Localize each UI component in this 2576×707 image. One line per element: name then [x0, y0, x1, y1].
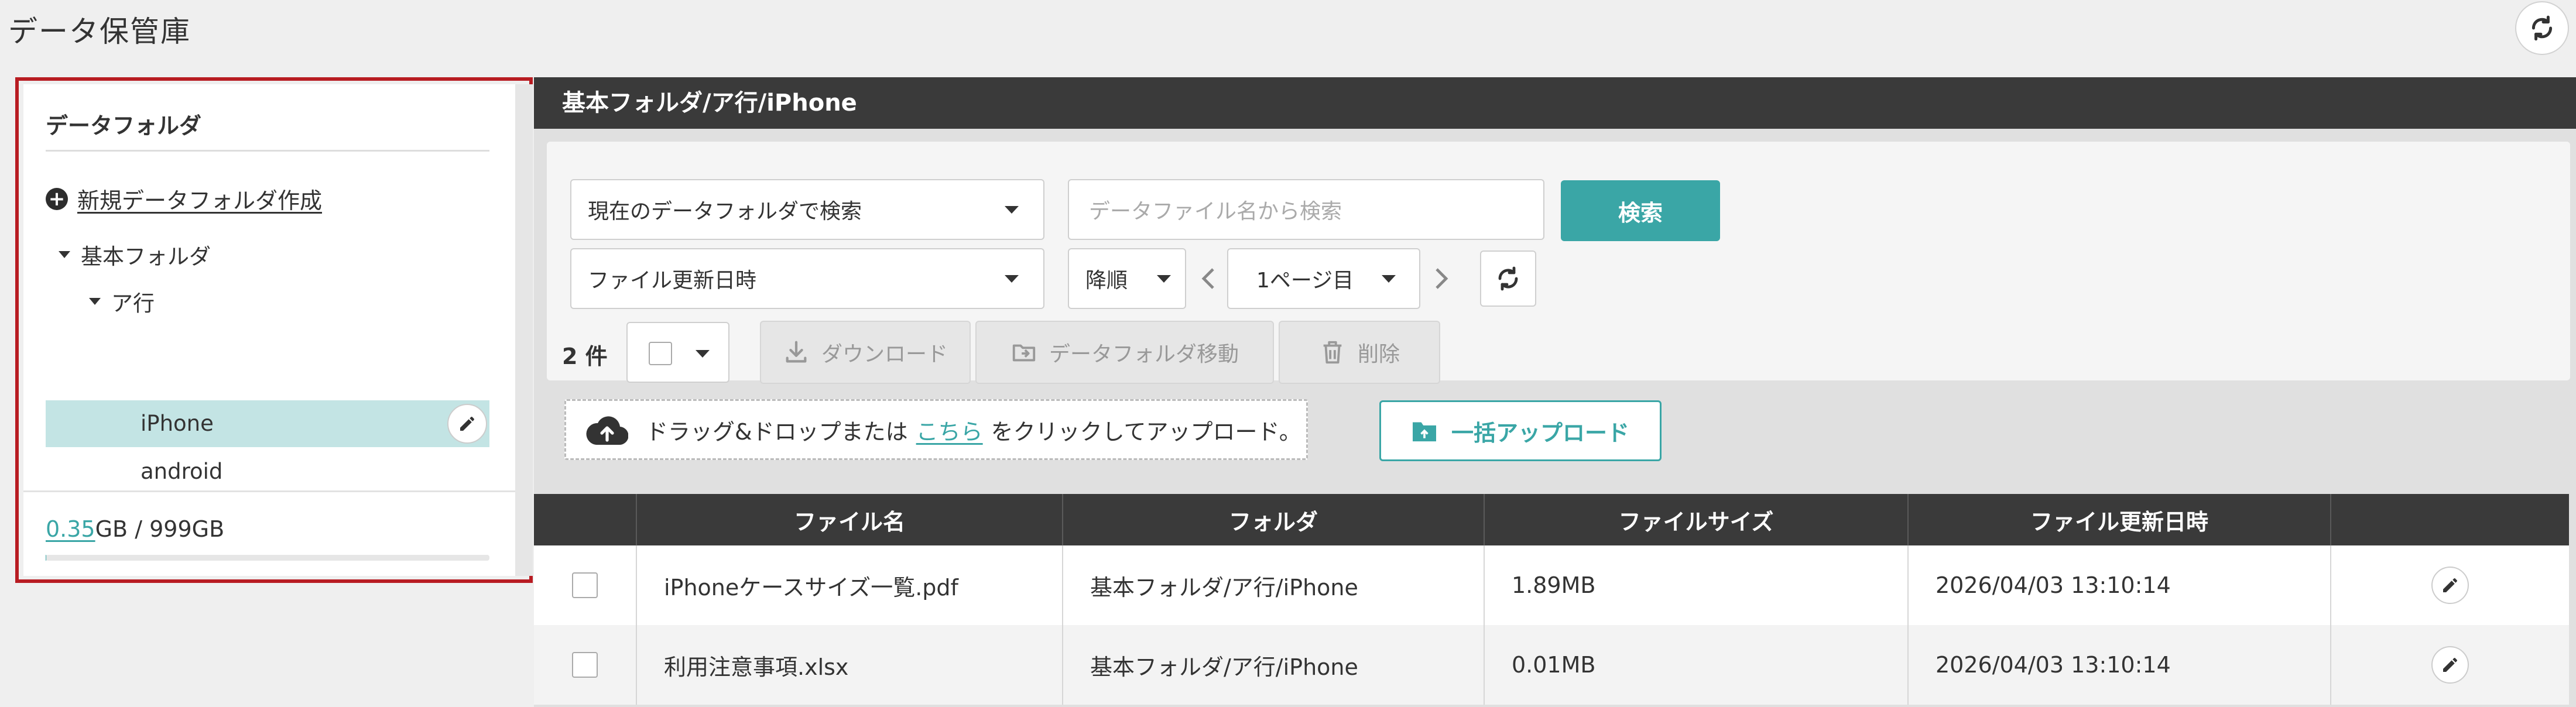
- main-area: 基本フォルダ/ア行/iPhone 現在のデータフォルダで検索 データファイル名か…: [534, 77, 2576, 707]
- pencil-icon: [460, 417, 474, 431]
- storage-total: GB / 999GB: [95, 516, 225, 542]
- folder-cell: 基本フォルダ/ア行/iPhone: [1063, 625, 1485, 705]
- refresh-icon: [2532, 15, 2553, 41]
- edit-file-button[interactable]: [2431, 567, 2469, 604]
- delete-label: 削除: [1357, 342, 1400, 366]
- filename-cell[interactable]: 利用注意事項.xlsx: [637, 625, 1063, 705]
- row-select-cell[interactable]: [534, 625, 637, 705]
- tree-item-label: ア行: [111, 291, 155, 316]
- tree-item-basic-folder[interactable]: 基本フォルダ: [59, 239, 211, 270]
- chevron-left-icon: [1201, 268, 1214, 289]
- move-folder-label: データフォルダ移動: [1049, 342, 1239, 366]
- prev-page-button[interactable]: [1197, 261, 1220, 296]
- table-row[interactable]: 利用注意事項.xlsx 基本フォルダ/ア行/iPhone 0.01MB 2026…: [534, 625, 2569, 705]
- reload-list-button[interactable]: [1480, 250, 1536, 307]
- folder-move-icon: [1012, 344, 1036, 362]
- divider: [46, 150, 489, 152]
- bulk-upload-label: 一括アップロード: [1451, 420, 1629, 446]
- row-checkbox[interactable]: [572, 652, 598, 678]
- refresh-icon: [1498, 266, 1518, 291]
- sort-order-value: 降順: [1085, 269, 1128, 293]
- caret-down-icon[interactable]: [696, 350, 710, 358]
- select-all-checkbox[interactable]: [649, 342, 672, 365]
- sort-field-value: ファイル更新日時: [588, 269, 757, 293]
- refresh-button[interactable]: [2515, 1, 2569, 55]
- column-header-updated[interactable]: ファイル更新日時: [1909, 494, 2331, 545]
- filename-search-input[interactable]: データファイル名から検索: [1068, 179, 1544, 240]
- divider: [23, 490, 515, 492]
- caret-down-icon: [1005, 206, 1019, 214]
- updated-cell: 2026/04/03 13:10:14: [1909, 545, 2331, 625]
- filesize-cell: 0.01MB: [1485, 625, 1909, 705]
- new-folder-link[interactable]: + 新規データフォルダ作成: [46, 183, 322, 215]
- search-scope-select[interactable]: 現在のデータフォルダで検索: [570, 179, 1044, 240]
- filename-cell[interactable]: iPhoneケースサイズ一覧.pdf: [637, 545, 1063, 625]
- bulk-upload-button[interactable]: 一括アップロード: [1379, 400, 1662, 461]
- pencil-icon: [2443, 658, 2457, 672]
- trash-icon: [1323, 341, 1342, 364]
- sidebar-scrollbar[interactable]: [515, 84, 533, 576]
- sort-order-select[interactable]: 降順: [1068, 248, 1186, 309]
- download-button[interactable]: ダウンロード: [760, 321, 971, 384]
- folder-path: 基本フォルダ/ア行/iPhone: [534, 77, 2576, 129]
- column-header-actions: [2331, 494, 2569, 545]
- page-select[interactable]: 1ページ目: [1227, 248, 1420, 309]
- row-select-cell[interactable]: [534, 545, 637, 625]
- storage-used-link[interactable]: 0.35: [46, 516, 95, 542]
- tree-item-android[interactable]: android: [141, 459, 222, 484]
- sort-field-select[interactable]: ファイル更新日時: [570, 248, 1044, 309]
- caret-down-icon[interactable]: [89, 298, 101, 305]
- column-header-filename[interactable]: ファイル名: [637, 494, 1063, 545]
- table-row[interactable]: iPhoneケースサイズ一覧.pdf 基本フォルダ/ア行/iPhone 1.89…: [534, 545, 2569, 625]
- upload-click-link[interactable]: こちら: [916, 419, 983, 445]
- row-actions-cell: [2331, 545, 2569, 625]
- page-value: 1ページ目: [1256, 269, 1354, 293]
- edit-file-button[interactable]: [2431, 646, 2469, 684]
- next-page-button[interactable]: [1430, 261, 1453, 296]
- upload-drop-zone[interactable]: ドラッグ&ドロップまたは こちら をクリックしてアップロード。: [564, 399, 1308, 460]
- row-actions-cell: [2331, 625, 2569, 705]
- sidebar-heading: データフォルダ: [46, 113, 202, 139]
- row-checkbox[interactable]: [572, 572, 598, 598]
- new-folder-label: 新規データフォルダ作成: [77, 188, 323, 214]
- upload-text: をクリックしてアップロード。: [991, 418, 1301, 445]
- table-header: ファイル名 フォルダ ファイルサイズ ファイル更新日時: [534, 494, 2569, 545]
- search-scope-value: 現在のデータフォルダで検索: [588, 200, 862, 224]
- download-label: ダウンロード: [821, 342, 948, 366]
- bulk-select-dropdown[interactable]: [626, 322, 729, 383]
- delete-button[interactable]: 削除: [1279, 321, 1440, 384]
- search-button[interactable]: 検索: [1561, 180, 1720, 241]
- edit-folder-button[interactable]: [447, 404, 487, 444]
- page-title: データ保管庫: [8, 15, 191, 49]
- plus-circle-icon: +: [46, 187, 68, 210]
- upload-text: ドラッグ&ドロップまたは: [646, 418, 908, 445]
- caret-down-icon: [1382, 275, 1396, 283]
- storage-area: 0.35GB / 999GB: [23, 490, 515, 572]
- folder-upload-icon: [1412, 422, 1436, 442]
- move-folder-button[interactable]: データフォルダ移動: [975, 321, 1274, 384]
- caret-down-icon: [1005, 275, 1019, 283]
- file-table: ファイル名 フォルダ ファイルサイズ ファイル更新日時 iPhoneケースサイズ…: [534, 494, 2569, 705]
- tree-item-a-row[interactable]: ア行: [89, 286, 155, 317]
- caret-down-icon[interactable]: [59, 251, 70, 258]
- updated-cell: 2026/04/03 13:10:14: [1909, 625, 2331, 705]
- pencil-icon: [2443, 578, 2457, 592]
- result-count: 2 件: [562, 344, 608, 369]
- tree-item-label: 基本フォルダ: [81, 244, 211, 269]
- tree-item-label: android: [141, 459, 223, 484]
- download-icon: [786, 341, 807, 363]
- cloud-upload-icon: [586, 416, 628, 445]
- column-header-filesize[interactable]: ファイルサイズ: [1485, 494, 1909, 545]
- storage-usage: 0.35GB / 999GB: [46, 516, 224, 542]
- column-header-folder[interactable]: フォルダ: [1063, 494, 1485, 545]
- chevron-right-icon: [1436, 268, 1448, 289]
- folder-cell: 基本フォルダ/ア行/iPhone: [1063, 545, 1485, 625]
- tree-item-iphone[interactable]: iPhone: [46, 400, 489, 447]
- filesize-cell: 1.89MB: [1485, 545, 1909, 625]
- tree-item-label: iPhone: [141, 411, 214, 436]
- column-header-select: [534, 494, 637, 545]
- storage-progress-bar: [46, 555, 489, 561]
- caret-down-icon: [1157, 275, 1171, 283]
